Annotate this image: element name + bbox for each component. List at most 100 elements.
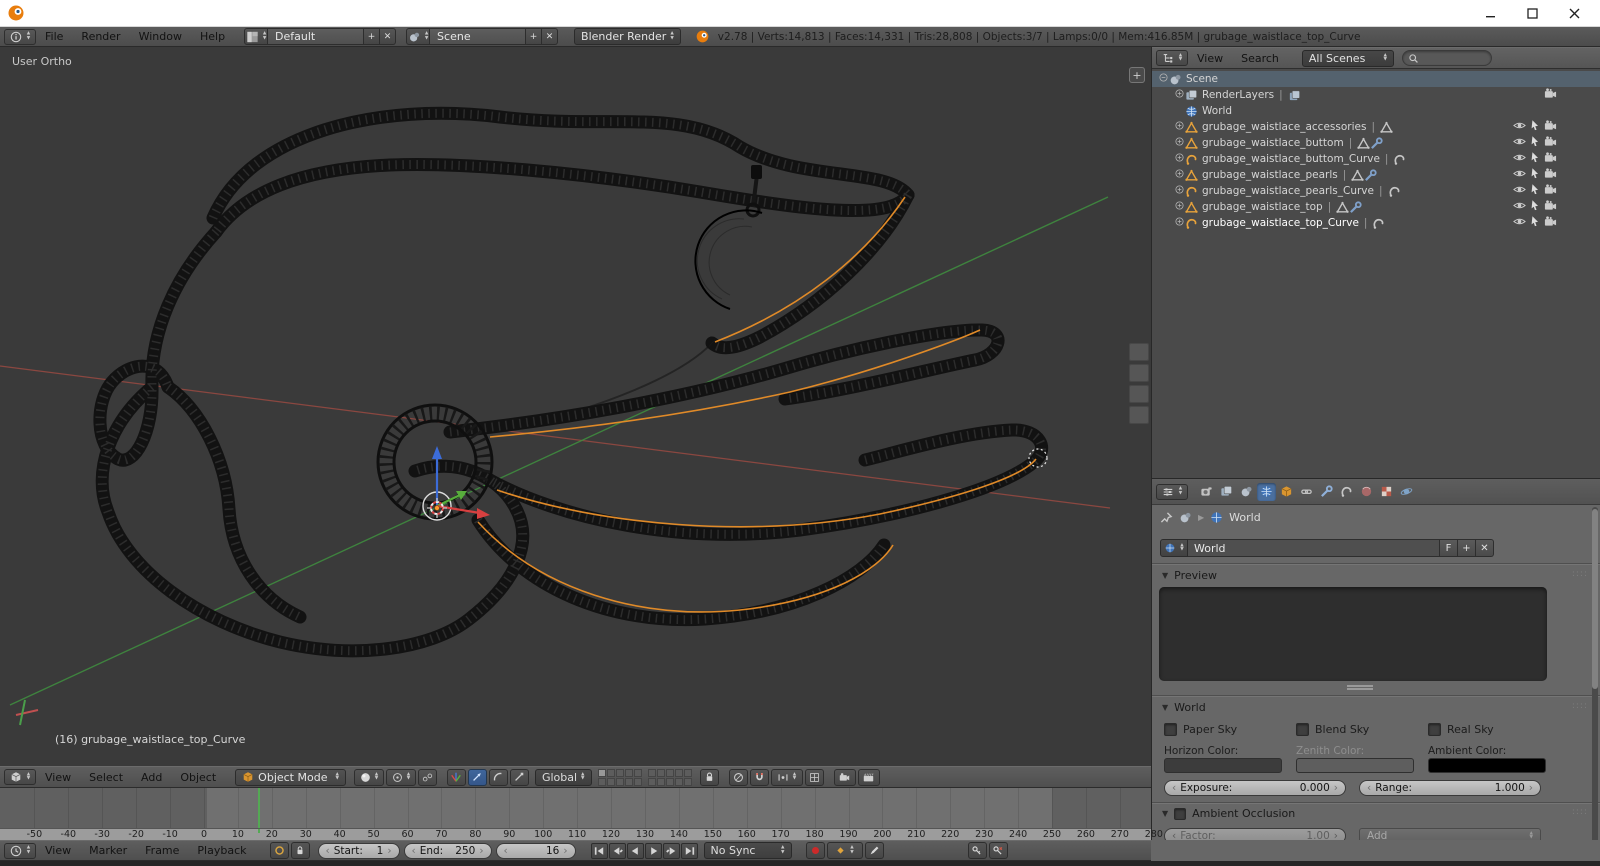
outliner-row[interactable]: grubage_waistlace_accessories|	[1152, 119, 1600, 135]
layer-toggle[interactable]	[675, 769, 683, 777]
play-reverse-button[interactable]	[627, 843, 644, 859]
manipulator-axis-toggle[interactable]	[447, 769, 466, 786]
expander-minus[interactable]	[1158, 72, 1169, 86]
record-button[interactable]	[806, 842, 825, 859]
layer-toggle[interactable]	[616, 769, 624, 777]
expander-plus[interactable]	[1174, 152, 1185, 166]
toggle-cursor[interactable]	[1529, 183, 1541, 199]
pivot-align-toggle[interactable]	[418, 769, 437, 786]
jump-to-next-keyframe-button[interactable]	[663, 843, 680, 859]
layer-toggle[interactable]	[684, 778, 692, 786]
layer-toggle[interactable]	[625, 769, 633, 777]
tab-scene[interactable]	[1237, 483, 1256, 501]
manipulator-translate-toggle[interactable]	[468, 769, 487, 786]
panel-drag-handle[interactable]: ::::	[1572, 569, 1588, 579]
pivot-point-dropdown[interactable]	[386, 769, 416, 786]
playhead[interactable]	[258, 788, 260, 828]
autokey-lock-toggle[interactable]	[291, 842, 310, 859]
jump-to-end-button[interactable]	[681, 843, 698, 859]
slider-exposure[interactable]: Exposure:0.000	[1164, 780, 1346, 796]
3d-viewport[interactable]: .ch-base{stroke:#121212;stroke-width:13;…	[0, 47, 1151, 766]
info-menu-file[interactable]: File	[36, 30, 72, 43]
browse-world-button[interactable]	[1160, 539, 1188, 557]
ambient-occlusion-checkbox[interactable]	[1174, 808, 1186, 820]
keying-set-dropdown[interactable]	[827, 842, 863, 859]
info-menu-render[interactable]: Render	[72, 30, 129, 43]
add-scene-button[interactable]: +	[526, 28, 542, 45]
scene-breadcrumb-icon[interactable]	[1179, 511, 1192, 524]
layers-grid-b[interactable]	[648, 769, 692, 786]
screen-layout-selector[interactable]: Default + ✕	[244, 28, 396, 45]
timeline-menu-view[interactable]: View	[36, 844, 80, 857]
manipulator-rotate-toggle[interactable]	[489, 769, 508, 786]
toggle-eye[interactable]	[1513, 135, 1526, 151]
auto-keyframe-toggle[interactable]	[270, 842, 289, 859]
toggle-cursor[interactable]	[1529, 151, 1541, 167]
layer-toggle[interactable]	[616, 778, 624, 786]
sync-mode-dropdown[interactable]: No Sync	[704, 842, 792, 859]
delete-layout-button[interactable]: ✕	[380, 28, 396, 45]
proportional-edit-toggle[interactable]	[729, 769, 748, 786]
layer-toggle[interactable]	[634, 778, 642, 786]
editor-type-properties-button[interactable]	[1156, 484, 1188, 500]
timeline-ruler[interactable]: -50-40-30-20-100102030405060708090100110…	[0, 828, 1151, 840]
lock-to-scene-toggle[interactable]	[700, 769, 719, 786]
toggle-eye[interactable]	[1513, 183, 1526, 199]
outliner-item-label[interactable]: World	[1202, 105, 1232, 117]
snap-element-dropdown[interactable]	[771, 769, 803, 786]
toggle-camera[interactable]	[1544, 183, 1557, 199]
toggle-cursor[interactable]	[1529, 135, 1541, 151]
editor-type-outliner-button[interactable]	[1156, 50, 1188, 66]
toggle-eye[interactable]	[1513, 151, 1526, 167]
expander-plus[interactable]	[1174, 184, 1185, 198]
outliner-item-label[interactable]: grubage_waistlace_top_Curve	[1202, 217, 1359, 229]
fake-user-button[interactable]: F	[1440, 539, 1458, 557]
expander-plus[interactable]	[1174, 168, 1185, 182]
tab-render-layers[interactable]	[1217, 483, 1236, 501]
timeline-region[interactable]	[0, 788, 1151, 828]
grease-pencil-button[interactable]	[865, 842, 884, 859]
timeline-menu-playback[interactable]: Playback	[188, 844, 255, 857]
layer-toggle[interactable]	[607, 769, 615, 777]
slider-range[interactable]: Range:1.000	[1359, 780, 1541, 796]
maximize-button[interactable]	[1512, 0, 1552, 27]
outliner-item-label[interactable]: grubage_waistlace_pearls_Curve	[1202, 185, 1374, 197]
render-engine-dropdown[interactable]: Blender Render	[574, 28, 681, 45]
snap-target-button[interactable]	[805, 769, 824, 786]
delete-keyframe-button[interactable]	[989, 842, 1008, 859]
ambient-occlusion-panel-header[interactable]: Ambient Occlusion	[1162, 807, 1295, 820]
panel-drag-handle[interactable]: ::::	[1572, 807, 1588, 817]
mode-dropdown[interactable]: Object Mode	[235, 769, 346, 786]
screen-layout-name[interactable]: Default	[268, 28, 364, 45]
delete-scene-button[interactable]: ✕	[542, 28, 558, 45]
layer-toggle[interactable]	[648, 778, 656, 786]
frame-start-field[interactable]: Start:1	[318, 843, 400, 859]
display-mode-dropdown[interactable]: All Scenes	[1302, 50, 1394, 67]
tab-material[interactable]	[1357, 483, 1376, 501]
outliner-item-label[interactable]: Scene	[1186, 73, 1218, 85]
tab-modifiers[interactable]	[1317, 483, 1336, 501]
outliner-item-label[interactable]: RenderLayers	[1202, 89, 1274, 101]
outliner-row[interactable]: grubage_waistlace_buttom|	[1152, 135, 1600, 151]
outliner-item-label[interactable]: grubage_waistlace_buttom_Curve	[1202, 153, 1380, 165]
toggle-cursor[interactable]	[1529, 167, 1541, 183]
insert-keyframe-button[interactable]	[968, 842, 987, 859]
toggle-camera[interactable]	[1544, 167, 1557, 183]
transform-orientation-dropdown[interactable]: Global	[535, 769, 592, 786]
layer-toggle[interactable]	[657, 778, 665, 786]
toggle-eye[interactable]	[1513, 119, 1526, 135]
pin-icon[interactable]	[1160, 511, 1173, 524]
tab-render[interactable]	[1197, 483, 1216, 501]
expander-plus[interactable]	[1174, 216, 1185, 230]
jump-to-start-button[interactable]	[591, 843, 608, 859]
tab-world[interactable]	[1257, 483, 1276, 501]
tab-texture[interactable]	[1377, 483, 1396, 501]
world-name-field[interactable]: World	[1188, 539, 1440, 557]
close-button[interactable]	[1554, 0, 1594, 27]
toggle-cursor[interactable]	[1529, 199, 1541, 215]
layer-toggle[interactable]	[634, 769, 642, 777]
toggle-cursor[interactable]	[1529, 119, 1541, 135]
layer-toggle[interactable]	[625, 778, 633, 786]
collapsed-panel-widget[interactable]	[1129, 364, 1149, 382]
add-layout-button[interactable]: +	[364, 28, 380, 45]
